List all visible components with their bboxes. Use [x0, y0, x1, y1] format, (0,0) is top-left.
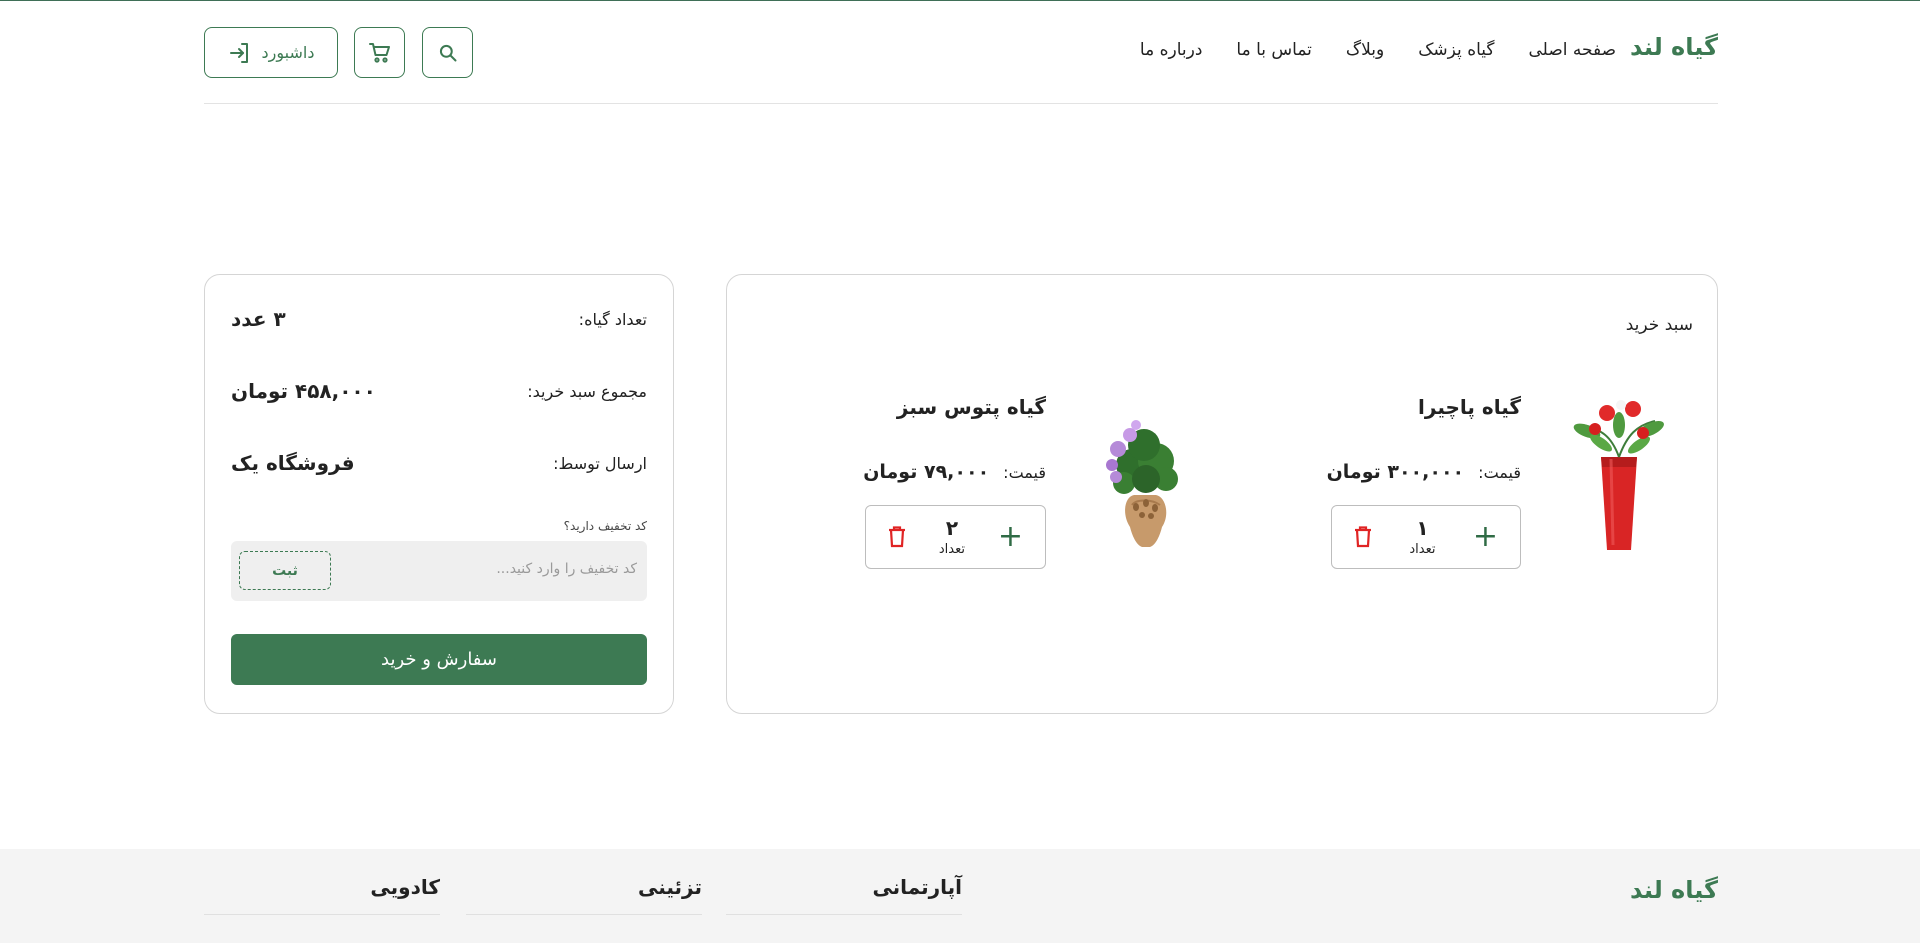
quantity-value: ۱	[1416, 515, 1429, 540]
footer-column-title[interactable]: آپارتمانی	[872, 875, 962, 899]
price-label: قیمت:	[1003, 462, 1046, 482]
price-label: قیمت:	[1478, 462, 1521, 482]
pachira-plant-image	[1573, 400, 1664, 550]
nav-contact[interactable]: تماس با ما	[1236, 40, 1312, 60]
increase-quantity-button[interactable]: +	[998, 522, 1023, 552]
search-icon	[439, 44, 456, 61]
delete-item-button[interactable]	[1354, 526, 1372, 548]
cart-title: سبد خرید	[1625, 315, 1693, 335]
site-footer: گیاه لند آپارتمانی تزئینی کادویی	[0, 849, 1920, 943]
nav-about[interactable]: درباره ما	[1140, 40, 1203, 60]
shipping-row: ارسال توسط: فروشگاه یک	[231, 451, 647, 475]
discount-submit-button[interactable]: ثبت	[239, 551, 331, 590]
plant-count-value: ۳ عدد	[231, 307, 286, 331]
cart-total-row: مجموع سبد خرید: ۴۵۸,۰۰۰ تومان	[231, 379, 647, 403]
brand-logo[interactable]: گیاه لند	[1630, 33, 1718, 61]
cart-total-label: مجموع سبد خرید:	[527, 381, 647, 401]
quantity-stepper: + ۱ تعداد	[1331, 505, 1521, 569]
search-button[interactable]	[422, 27, 473, 78]
discount-box: ثبت	[231, 541, 647, 601]
cart-item: گیاه پاچیرا قیمت: ۳۰۰,۰۰۰ تومان + ۱ تعدا…	[1297, 395, 1667, 569]
dashboard-label: داشبورد	[261, 43, 315, 62]
order-button[interactable]: سفارش و خرید	[231, 634, 647, 685]
footer-column-title[interactable]: کادویی	[370, 875, 440, 899]
trash-icon	[1355, 526, 1372, 548]
increase-quantity-button[interactable]: +	[1473, 522, 1498, 552]
dashboard-button[interactable]: داشبورد	[204, 27, 338, 78]
price-row: قیمت: ۷۹,۰۰۰ تومان	[863, 461, 1046, 483]
main-nav: صفحه اصلی گیاه پزشک وبلاگ تماس با ما درب…	[1140, 40, 1616, 60]
cart-panel: سبد خرید گیاه پاچیرا قیمت: ۳۰۰,۰۰۰ تومان…	[726, 274, 1718, 714]
cart-button[interactable]	[354, 27, 405, 78]
shipping-value: فروشگاه یک	[231, 451, 355, 475]
quantity-stepper: + ۲ تعداد	[865, 505, 1046, 569]
discount-code-input[interactable]	[337, 561, 637, 577]
site-header: گیاه لند صفحه اصلی گیاه پزشک وبلاگ تماس …	[204, 0, 1718, 104]
cart-total-value: ۴۵۸,۰۰۰ تومان	[231, 379, 376, 403]
plant-count-row: تعداد گیاه: ۳ عدد	[231, 307, 647, 331]
price-value: ۷۹,۰۰۰ تومان	[863, 461, 990, 483]
price-row: قیمت: ۳۰۰,۰۰۰ تومان	[1327, 461, 1521, 483]
footer-column-gift: کادویی	[204, 875, 440, 915]
trash-icon	[889, 526, 906, 548]
quantity-value: ۲	[945, 515, 959, 540]
pothos-plant-image	[1106, 420, 1178, 547]
quantity-display: ۱ تعداد	[1409, 517, 1435, 557]
cart-item: گیاه پتوس سبز قیمت: ۷۹,۰۰۰ تومان + ۲ تعد…	[822, 395, 1192, 569]
quantity-display: ۲ تعداد	[939, 517, 965, 557]
price-value: ۳۰۰,۰۰۰ تومان	[1326, 461, 1465, 483]
delete-item-button[interactable]	[888, 526, 906, 548]
nav-blog[interactable]: وبلاگ	[1346, 40, 1384, 60]
discount-question: کد تخفیف دارید؟	[563, 519, 647, 533]
login-icon	[229, 42, 248, 63]
nav-home[interactable]: صفحه اصلی	[1529, 40, 1616, 60]
footer-brand[interactable]: گیاه لند	[1630, 876, 1718, 904]
order-summary-panel: تعداد گیاه: ۳ عدد مجموع سبد خرید: ۴۵۸,۰۰…	[204, 274, 674, 714]
footer-column-decorative: تزئینی	[466, 875, 702, 915]
shipping-label: ارسال توسط:	[553, 453, 647, 473]
quantity-label: تعداد	[938, 541, 965, 557]
quantity-label: تعداد	[1409, 541, 1436, 557]
product-name[interactable]: گیاه پتوس سبز	[897, 395, 1046, 419]
plant-count-label: تعداد گیاه:	[578, 309, 647, 329]
product-name[interactable]: گیاه پاچیرا	[1418, 395, 1521, 419]
footer-column-title[interactable]: تزئینی	[638, 875, 702, 899]
cart-icon	[368, 42, 390, 63]
footer-column-apartment: آپارتمانی	[726, 875, 962, 915]
nav-plant-doctor[interactable]: گیاه پزشک	[1418, 40, 1494, 60]
